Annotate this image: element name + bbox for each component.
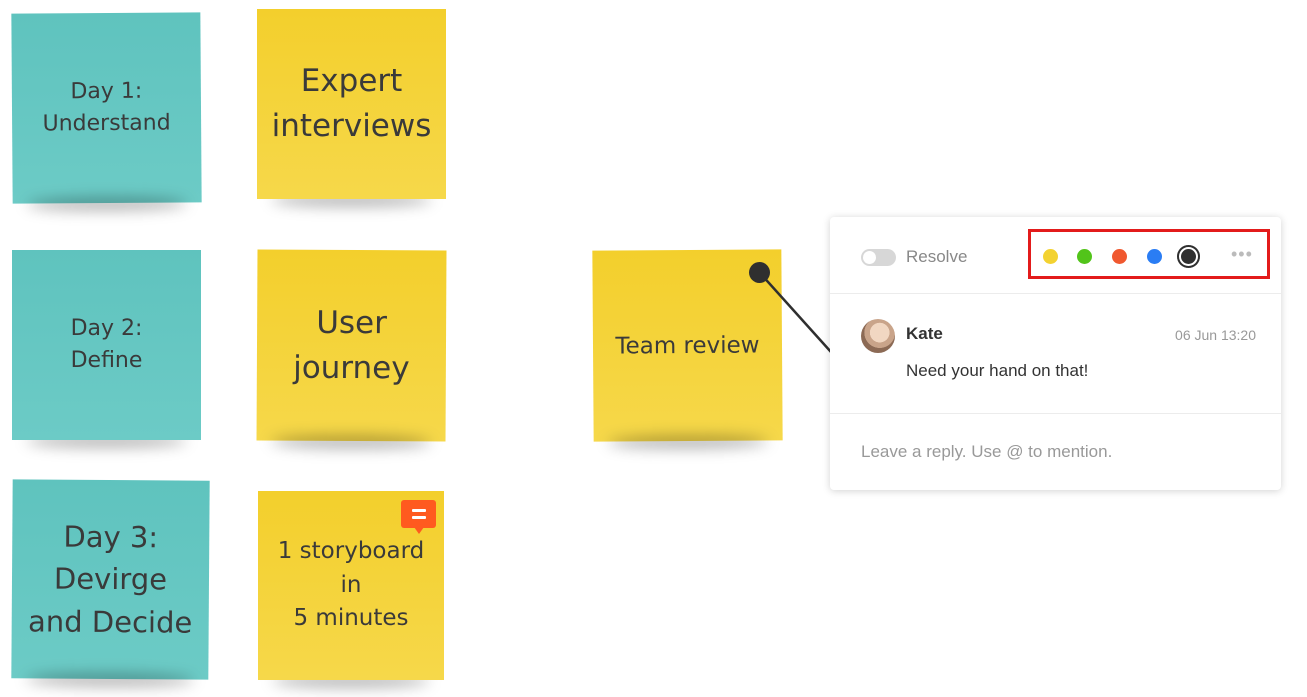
avatar [861, 319, 895, 353]
sticky-note-text: Day 2: Define [70, 316, 143, 373]
color-swatch-orange[interactable] [1112, 249, 1127, 264]
sticky-note-text: User journey [293, 304, 410, 386]
comment-author: Kate [906, 324, 943, 343]
comment-message: Kate 06 Jun 13:20 Need your hand on that… [830, 294, 1281, 414]
sticky-note-text: Team review [615, 331, 760, 360]
color-swatch-yellow[interactable] [1043, 249, 1058, 264]
comment-text: Need your hand on that! [906, 361, 1089, 380]
sticky-note-user-journey[interactable]: User journey [256, 249, 447, 442]
sticky-note-text: 1 storyboard in 5 minutes [277, 538, 425, 632]
color-swatch-black-selected[interactable] [1177, 245, 1200, 268]
sticky-note-text: Day 1: Understand [42, 78, 171, 137]
more-options-icon[interactable]: ••• [1231, 244, 1253, 265]
sticky-note-text: Day 3: Devirge and Decide [27, 520, 193, 640]
comment-icon[interactable] [401, 500, 436, 534]
comment-timestamp: 06 Jun 13:20 [1175, 327, 1256, 343]
sticky-note-day2[interactable]: Day 2: Define [12, 250, 201, 440]
comment-panel: Resolve ••• Kate 06 Jun 13:20 Need your … [830, 217, 1281, 490]
sticky-note-text: Expert interviews [271, 63, 432, 144]
sticky-note-day3[interactable]: Day 3: Devirge and Decide [11, 479, 210, 680]
comment-panel-header: Resolve ••• [830, 217, 1281, 294]
color-swatch-green[interactable] [1077, 249, 1092, 264]
color-picker: ••• [1028, 229, 1270, 279]
resolve-toggle[interactable] [861, 249, 896, 266]
resolve-label: Resolve [906, 247, 968, 266]
color-swatch-blue[interactable] [1147, 249, 1162, 264]
reply-input[interactable]: Leave a reply. Use @ to mention. [861, 442, 1112, 462]
sticky-note-expert-interviews[interactable]: Expert interviews [257, 9, 446, 199]
comment-pin[interactable] [749, 262, 770, 283]
sticky-note-day1[interactable]: Day 1: Understand [11, 12, 202, 204]
